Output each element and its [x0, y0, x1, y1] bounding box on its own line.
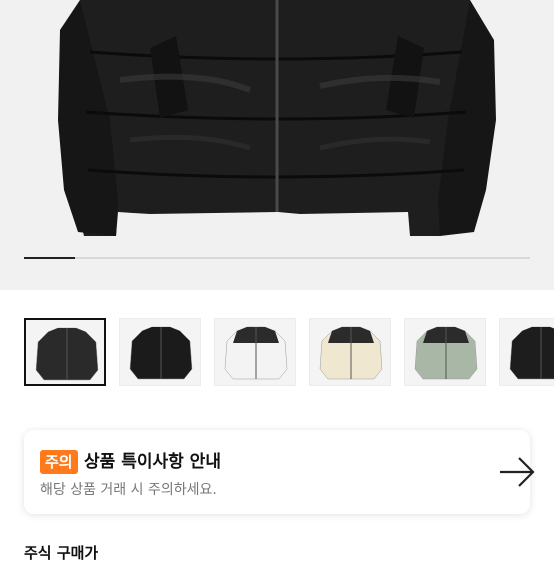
thumbnail-black-glossy[interactable] — [119, 318, 201, 386]
thumbnail-sage-green[interactable] — [404, 318, 486, 386]
arrow-right-icon[interactable] — [497, 454, 537, 490]
thumbnail-strip[interactable] — [24, 318, 554, 388]
jacket-thumbnail-image — [35, 327, 99, 381]
thumbnail-black[interactable] — [499, 318, 554, 386]
caution-notice-card[interactable]: 주의 상품 특이사항 안내 해당 상품 거래 시 주의하세요. — [24, 430, 535, 514]
jacket-thumbnail-image — [224, 326, 288, 380]
thumbnail-cream[interactable] — [309, 318, 391, 386]
thumbnail-black-matte[interactable] — [24, 318, 106, 386]
notice-title: 상품 특이사항 안내 — [84, 452, 221, 472]
caution-badge: 주의 — [40, 450, 78, 474]
puffer-jacket-image — [58, 0, 496, 236]
jacket-thumbnail-image — [414, 326, 478, 380]
product-image-hero[interactable] — [0, 0, 554, 290]
jacket-thumbnail-image — [509, 326, 554, 380]
notice-subtitle: 해당 상품 거래 시 주의하세요. — [40, 482, 217, 498]
gallery-progress-track — [24, 257, 530, 259]
jacket-thumbnail-image — [129, 326, 193, 380]
jacket-thumbnail-image — [319, 326, 383, 380]
thumbnail-white[interactable] — [214, 318, 296, 386]
gallery-progress-fill — [24, 257, 75, 259]
next-section-title: 주식 구매가 — [24, 544, 99, 562]
